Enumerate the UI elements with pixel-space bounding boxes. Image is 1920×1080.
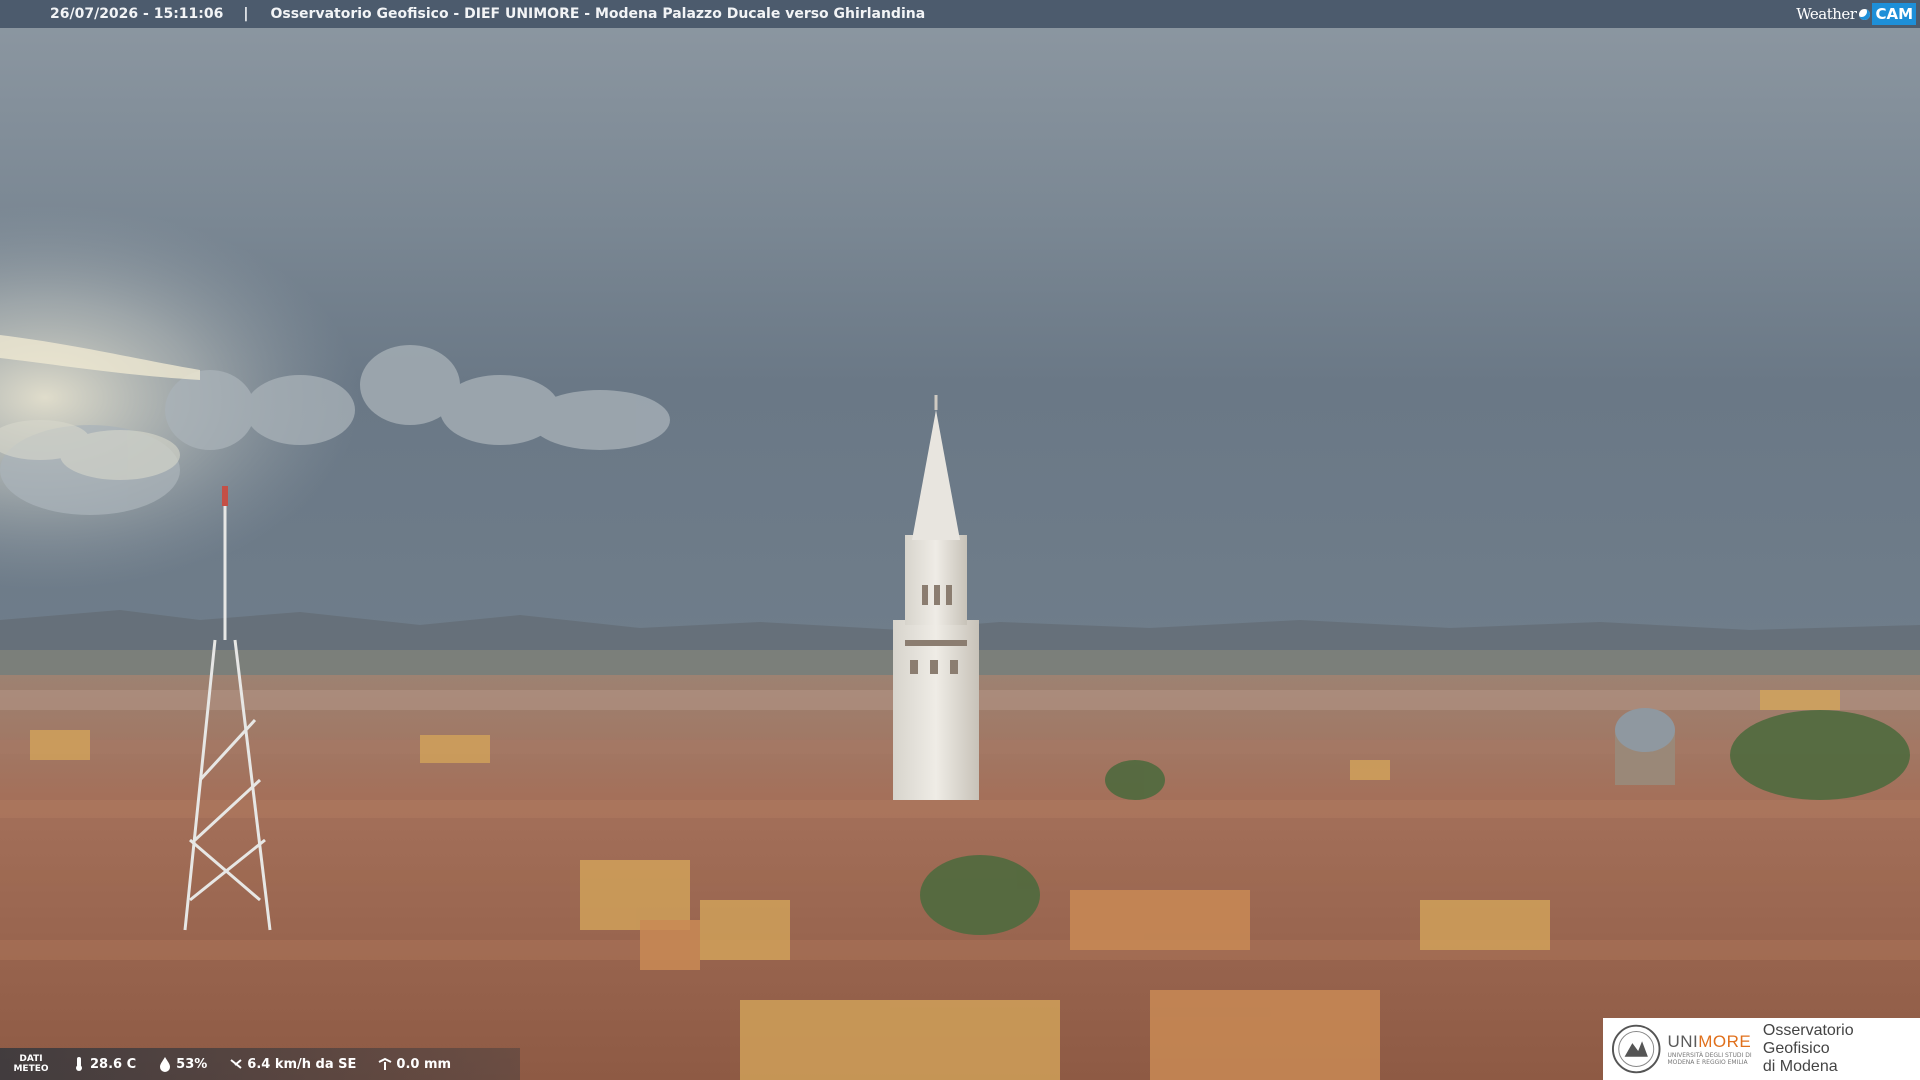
droplet-icon — [160, 1057, 171, 1072]
brand-cam: CAM — [1872, 3, 1916, 25]
rain-icon — [378, 1057, 392, 1070]
rain-reading: 0.0 mm — [378, 1056, 451, 1072]
wind-reading: 6.4 km/h da SE — [229, 1056, 356, 1072]
wind-icon — [230, 1059, 242, 1069]
camera-info-bar: 26/07/2026 - 15:11:06 | Osservatorio Geo… — [0, 0, 1920, 28]
brand-dot-icon — [1859, 8, 1871, 20]
brand-weather: Weather — [1796, 5, 1857, 23]
unimore-wordmark: UNIMORE UNIVERSITÀ DEGLI STUDI DI MODENA… — [1667, 1032, 1752, 1066]
observatory-name: Osservatorio Geofisico di Modena — [1762, 1022, 1854, 1075]
camera-title: Osservatorio Geofisico - DIEF UNIMORE - … — [270, 6, 926, 22]
meteo-bar: DATI METEO 28.6 C 53% 6.4 km/h da SE 0.0… — [0, 1048, 520, 1080]
temperature-reading: 28.6 C — [72, 1056, 136, 1072]
thermometer-icon — [76, 1057, 82, 1071]
separator: | — [243, 6, 249, 22]
weathercam-logo: Weather CAM — [1796, 3, 1916, 25]
webcam-scene — [0, 0, 1920, 1080]
university-seal-icon — [1611, 1024, 1661, 1074]
humidity-reading: 53% — [158, 1056, 207, 1072]
timestamp: 26/07/2026 - 15:11:06 — [50, 6, 224, 22]
unimore-observatory-logo: UNIMORE UNIVERSITÀ DEGLI STUDI DI MODENA… — [1603, 1018, 1920, 1080]
meteo-label: DATI METEO — [13, 1054, 49, 1074]
